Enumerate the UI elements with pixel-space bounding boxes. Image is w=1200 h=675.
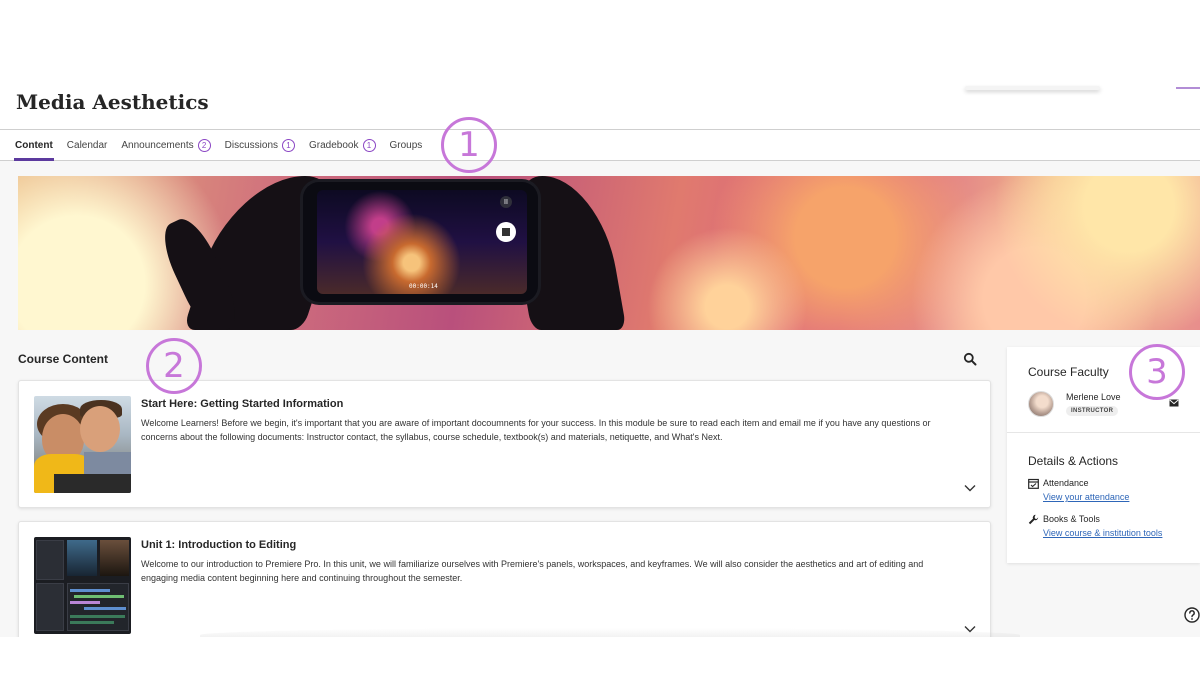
attendance-label: Attendance — [1043, 478, 1089, 488]
tab-label: Calendar — [66, 139, 108, 151]
tab-calendar[interactable]: Calendar — [60, 130, 115, 160]
chevron-down-icon[interactable] — [964, 484, 976, 492]
top-right-accent — [1176, 87, 1200, 89]
help-icon[interactable] — [1184, 607, 1200, 623]
attendance-icon — [1028, 478, 1039, 489]
module-thumbnail — [34, 396, 131, 493]
callout-number-3: 3 — [1129, 344, 1185, 400]
course-banner-image: 00:00:14 II — [18, 176, 1200, 330]
faculty-name[interactable]: Merlene Love — [1066, 392, 1121, 402]
view-attendance-link[interactable]: View your attendance — [1043, 492, 1129, 502]
tab-discussions[interactable]: Discussions 1 — [218, 130, 302, 160]
view-course-tools-link[interactable]: View course & institution tools — [1043, 528, 1162, 538]
role-badge: INSTRUCTOR — [1066, 406, 1119, 416]
discussions-count-badge: 1 — [282, 138, 296, 152]
sidebar-divider — [1007, 432, 1200, 433]
bottom-blank-area — [0, 637, 1200, 675]
course-content-heading: Course Content — [18, 352, 108, 366]
course-title: Media Aesthetics — [16, 90, 209, 114]
search-icon[interactable] — [963, 352, 977, 366]
wrench-icon — [1028, 514, 1039, 525]
mail-icon[interactable] — [1169, 399, 1179, 407]
module-thumbnail — [34, 537, 131, 634]
tab-label: Announcements — [121, 139, 194, 151]
top-right-bar — [965, 86, 1100, 90]
tab-groups[interactable]: Groups — [383, 130, 430, 160]
module-description: Welcome Learners! Before we begin, it's … — [141, 418, 931, 442]
tab-label: Gradebook — [309, 139, 359, 151]
course-nav: Content Calendar Announcements 2 Discuss… — [0, 129, 1200, 161]
phone-screen: 00:00:14 — [317, 190, 527, 294]
callout-number-1: 1 — [441, 117, 497, 173]
gradebook-count-badge: 1 — [362, 138, 376, 152]
tab-announcements[interactable]: Announcements 2 — [114, 130, 217, 160]
tab-label: Discussions — [224, 139, 279, 151]
phone-record-icon — [496, 222, 516, 242]
phone-timer: 00:00:14 — [409, 283, 438, 290]
books-tools-label: Books & Tools — [1043, 514, 1100, 524]
phone-silhouette: 00:00:14 II — [303, 182, 538, 302]
module-title[interactable]: Start Here: Getting Started Information — [141, 398, 343, 410]
course-faculty-heading: Course Faculty — [1028, 365, 1109, 379]
announcements-count-badge: 2 — [197, 138, 211, 152]
tab-label: Content — [15, 139, 53, 151]
tab-label: Groups — [389, 139, 423, 151]
callout-number-2: 2 — [146, 338, 202, 394]
top-blank-area — [0, 0, 1200, 80]
tab-content[interactable]: Content — [8, 130, 60, 161]
details-actions-heading: Details & Actions — [1028, 454, 1119, 468]
phone-pause-icon: II — [500, 196, 512, 208]
module-title[interactable]: Unit 1: Introduction to Editing — [141, 539, 296, 551]
tab-gradebook[interactable]: Gradebook 1 — [302, 130, 382, 160]
avatar[interactable] — [1028, 391, 1054, 417]
module-card-start-here[interactable]: Start Here: Getting Started Information … — [18, 380, 991, 508]
module-description: Welcome to our introduction to Premiere … — [141, 559, 924, 583]
